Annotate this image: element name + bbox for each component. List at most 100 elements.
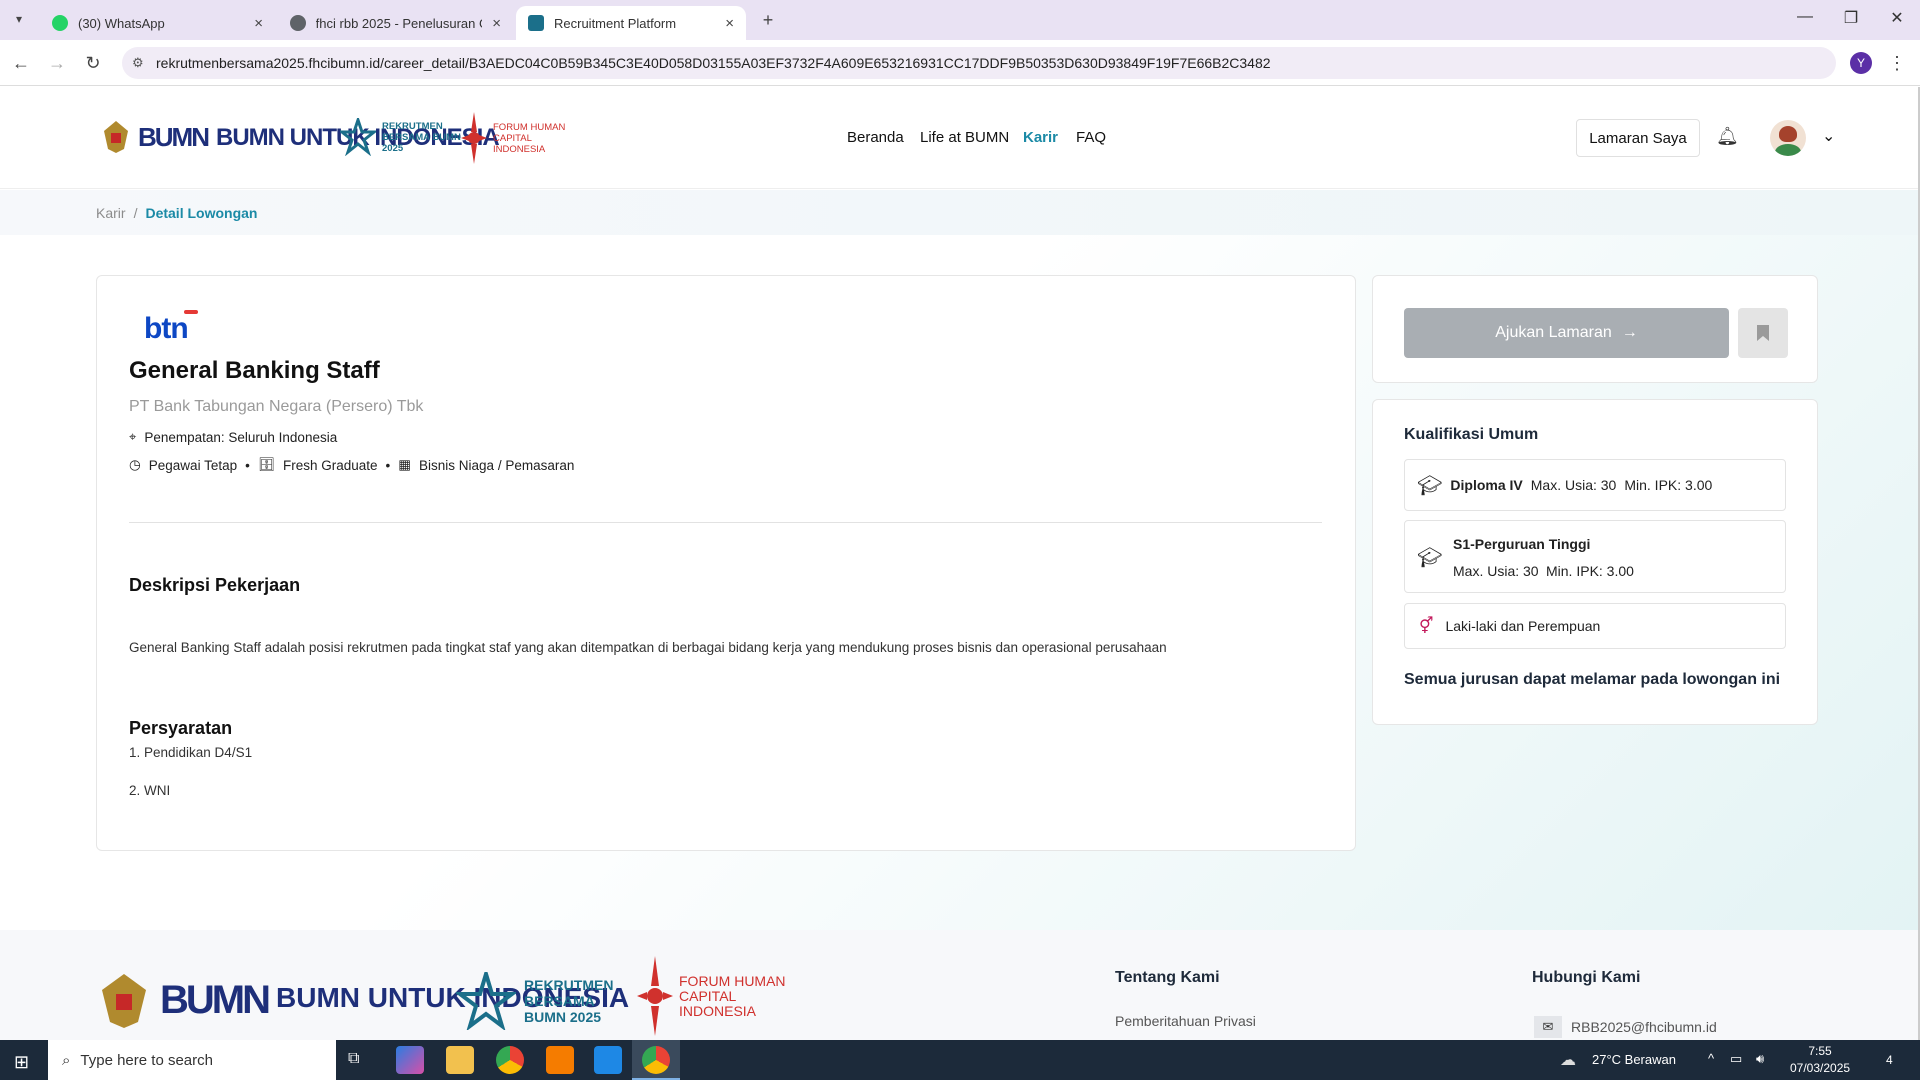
nav-beranda[interactable]: Beranda bbox=[847, 129, 904, 146]
windows-start-icon[interactable]: ⊞ bbox=[14, 1052, 29, 1073]
clock[interactable]: 7:55 07/03/2025 bbox=[1790, 1043, 1850, 1077]
file-explorer-icon[interactable] bbox=[446, 1046, 474, 1074]
taskbar-active-chrome[interactable] bbox=[632, 1040, 680, 1080]
network-icon[interactable]: ▭ bbox=[1730, 1051, 1742, 1067]
search-placeholder: Type here to search bbox=[80, 1051, 213, 1069]
breadcrumb: Karir / Detail Lowongan bbox=[0, 190, 1918, 235]
bumn-wordmark: BUMN bbox=[138, 121, 210, 152]
tab-search-chevron-icon[interactable]: ▾ bbox=[8, 8, 30, 30]
clock-time: 7:55 bbox=[1808, 1044, 1832, 1058]
garuda-emblem-icon bbox=[104, 121, 128, 153]
chevron-down-icon[interactable]: ⌄ bbox=[1822, 126, 1835, 146]
new-tab-icon[interactable]: + bbox=[757, 9, 779, 31]
close-icon[interactable]: × bbox=[492, 15, 501, 32]
copilot-icon[interactable] bbox=[396, 1046, 424, 1074]
job-meta-row: ◷ Pegawai Tetap • 🗄︎ Fresh Graduate • ▦ … bbox=[129, 457, 574, 473]
logo-text: REKRUTMEN BERSAMA BUMN 2025 bbox=[524, 977, 614, 1025]
logo-bumn: BUMN bbox=[100, 117, 210, 157]
close-icon[interactable]: × bbox=[254, 15, 263, 32]
fhci-flower-icon bbox=[637, 956, 673, 1036]
rbb-star-icon bbox=[456, 972, 516, 1030]
footer-privacy-link[interactable]: Pemberitahuan Privasi bbox=[1115, 1013, 1256, 1029]
employment-type: Pegawai Tetap bbox=[148, 457, 238, 473]
dot-separator: • bbox=[385, 457, 391, 473]
tab-whatsapp[interactable]: (30) WhatsApp × bbox=[40, 6, 275, 40]
fhci-flower-icon bbox=[461, 112, 487, 164]
min-gpa: Min. IPK: 3.00 bbox=[1624, 477, 1713, 493]
tab-recruitment-platform[interactable]: Recruitment Platform × bbox=[516, 6, 746, 40]
qualifications-heading: Kualifikasi Umum bbox=[1404, 426, 1539, 443]
nav-life-at-bumn[interactable]: Life at BUMN bbox=[920, 129, 1009, 146]
footer-about-heading: Tentang Kami bbox=[1115, 969, 1220, 986]
address-bar[interactable]: ⚙ rekrutmenbersama2025.fhcibumn.id/caree… bbox=[122, 47, 1836, 79]
user-avatar[interactable] bbox=[1770, 120, 1806, 156]
menu-kebab-icon[interactable]: ⋮ bbox=[1886, 52, 1908, 74]
nav-faq[interactable]: FAQ bbox=[1076, 129, 1106, 146]
reload-icon[interactable]: ↻ bbox=[82, 52, 104, 74]
footer-logo-bumn: BUMN bbox=[96, 970, 271, 1030]
close-icon[interactable]: × bbox=[725, 15, 734, 32]
logo-text: REKRUTMEN BERSAMA BUMN 2025 bbox=[382, 120, 461, 154]
weather-text[interactable]: 27°C Berawan bbox=[1592, 1052, 1676, 1067]
tray-chevron-icon[interactable]: ^ bbox=[1708, 1051, 1714, 1066]
restore-icon[interactable]: ❐ bbox=[1836, 8, 1866, 28]
tab-title: (30) WhatsApp bbox=[78, 15, 165, 31]
briefcase-icon: 🗄︎ bbox=[257, 457, 275, 472]
requirement-item: 1. Pendidikan D4/S1 bbox=[129, 745, 253, 760]
footer-email-link[interactable]: RBB2025@fhcibumn.id bbox=[1571, 1019, 1717, 1035]
minimize-icon[interactable]: — bbox=[1790, 8, 1820, 26]
company-logo: btn bbox=[144, 310, 198, 346]
notification-count: 4 bbox=[1886, 1053, 1893, 1067]
browser-tab-bar: ▾ (30) WhatsApp × fhci rbb 2025 - Penelu… bbox=[0, 0, 1920, 40]
gender-item: ⚥ Laki-laki dan Perempuan bbox=[1404, 603, 1786, 649]
star-logo-icon bbox=[528, 15, 544, 31]
globe-icon bbox=[290, 15, 306, 31]
tab-google-search[interactable]: fhci rbb 2025 - Penelusuran Go × bbox=[278, 6, 513, 40]
forward-icon[interactable]: → bbox=[46, 52, 68, 74]
bookmark-button[interactable] bbox=[1738, 308, 1788, 358]
job-field: Bisnis Niaga / Pemasaran bbox=[419, 457, 575, 473]
breadcrumb-current: Detail Lowongan bbox=[145, 204, 258, 221]
job-title: General Banking Staff bbox=[129, 357, 380, 384]
xampp-icon[interactable] bbox=[546, 1046, 574, 1074]
volume-icon[interactable]: 🔊︎ bbox=[1756, 1051, 1764, 1067]
mail-icon: ✉ bbox=[1534, 1016, 1562, 1038]
breadcrumb-karir[interactable]: Karir bbox=[96, 205, 126, 221]
task-view-icon[interactable]: ⧉ bbox=[348, 1050, 359, 1068]
notification-bell-icon[interactable]: 🔔︎ bbox=[1716, 126, 1739, 147]
logo-fhci: FORUM HUMAN CAPITAL INDONESIA bbox=[459, 108, 573, 168]
footer-logo-rekrutmen: REKRUTMEN BERSAMA BUMN 2025 bbox=[456, 972, 624, 1030]
tab-title: Recruitment Platform bbox=[554, 15, 677, 31]
windows-taskbar: ⊞ ⌕ Type here to search ⧉ ☁ 27°C Berawan… bbox=[0, 1040, 1920, 1080]
clock-icon: ◷ bbox=[129, 457, 141, 472]
divider bbox=[129, 522, 1322, 523]
dot-separator: • bbox=[245, 457, 250, 473]
chrome-icon[interactable] bbox=[496, 1046, 524, 1074]
placement-row: ⌖ Penempatan: Seluruh Indonesia bbox=[129, 429, 337, 445]
company-name: PT Bank Tabungan Negara (Persero) Tbk bbox=[129, 398, 424, 415]
notification-center-icon[interactable]: 4 bbox=[1878, 1048, 1902, 1072]
vscode-icon[interactable] bbox=[594, 1046, 622, 1074]
taskbar-search-box[interactable]: ⌕ Type here to search bbox=[48, 1040, 336, 1080]
degree: Diploma IV bbox=[1450, 477, 1523, 493]
window-close-icon[interactable]: ✕ bbox=[1882, 8, 1912, 28]
degree: S1-Perguruan Tinggi bbox=[1453, 536, 1591, 552]
my-applications-button[interactable]: Lamaran Saya bbox=[1576, 119, 1700, 157]
arrow-right-icon: → bbox=[1621, 324, 1638, 341]
logo-text: BUMN bbox=[160, 977, 271, 1022]
chrome-icon bbox=[642, 1046, 670, 1074]
profile-avatar[interactable]: Y bbox=[1850, 52, 1872, 74]
back-icon[interactable]: ← bbox=[10, 52, 32, 74]
map-pin-icon: ⌖ bbox=[129, 429, 137, 444]
max-age: Max. Usia: 30 bbox=[1453, 563, 1539, 579]
apply-button[interactable]: Ajukan Lamaran → bbox=[1404, 308, 1729, 358]
graduation-cap-icon: 🎓︎ bbox=[1417, 474, 1443, 497]
bookmark-icon bbox=[1757, 325, 1769, 341]
gender-icon: ⚥ bbox=[1419, 618, 1434, 635]
qualification-item: 🎓︎ Diploma IV Max. Usia: 30 Min. IPK: 3.… bbox=[1404, 459, 1786, 511]
nav-karir[interactable]: Karir bbox=[1023, 129, 1058, 146]
gender-text: Laki-laki dan Perempuan bbox=[1445, 618, 1601, 634]
site-info-icon[interactable]: ⚙ bbox=[132, 55, 144, 71]
max-age: Max. Usia: 30 bbox=[1530, 477, 1617, 493]
footer-contact-heading: Hubungi Kami bbox=[1532, 969, 1641, 986]
